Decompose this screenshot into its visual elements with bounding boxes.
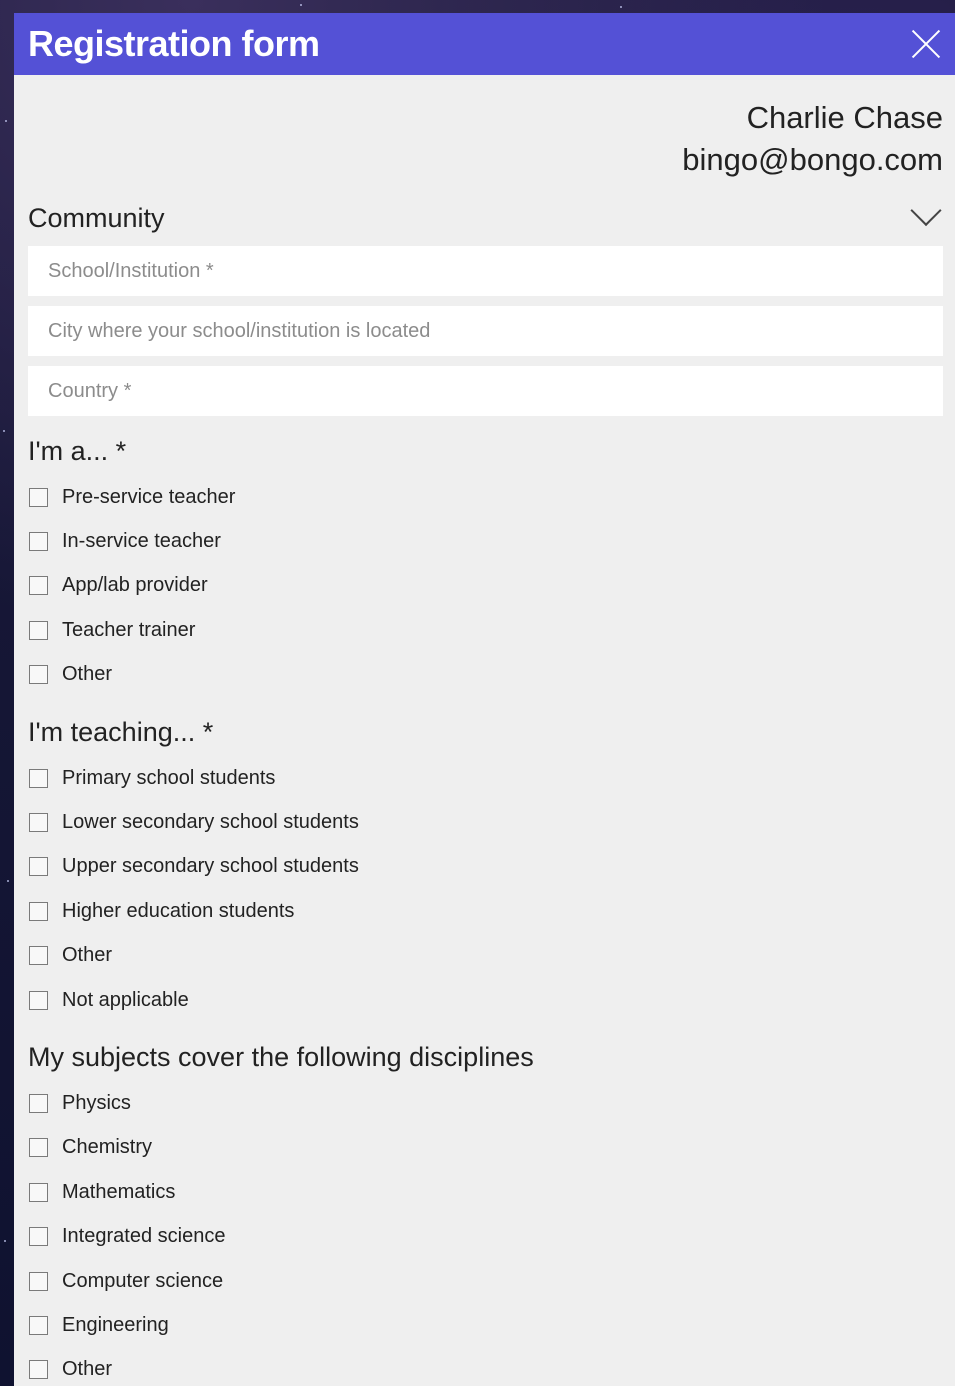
checkbox[interactable] [29, 1138, 48, 1158]
checkbox[interactable] [29, 620, 48, 640]
checkbox[interactable] [29, 1227, 48, 1247]
option-label: Teacher trainer [62, 618, 196, 641]
discipline-option[interactable]: Computer science [28, 1259, 943, 1303]
user-name: Charlie Chase [746, 100, 943, 135]
checkbox[interactable] [29, 665, 48, 685]
discipline-option[interactable]: Other [28, 1348, 943, 1386]
community-section-header[interactable]: Community [28, 194, 943, 234]
checkbox[interactable] [29, 857, 48, 877]
teaching-title: I'm teaching... * [28, 716, 214, 747]
star [5, 120, 7, 122]
teaching-option[interactable]: Upper secondary school students [28, 845, 943, 889]
teaching-option[interactable]: Other [28, 934, 943, 978]
star [4, 1240, 6, 1242]
country-input[interactable] [28, 366, 943, 416]
form-content: Community I'm a... * Pre-service teacher… [14, 194, 955, 1386]
user-email: bingo@bongo.com [682, 142, 943, 177]
teaching-options: Primary school students Lower secondary … [28, 756, 943, 1022]
checkbox[interactable] [29, 487, 48, 507]
option-label: Primary school students [62, 766, 276, 789]
city-input[interactable] [28, 306, 943, 356]
checkbox[interactable] [29, 990, 48, 1010]
option-label: Other [62, 1358, 113, 1381]
registration-modal: Registration form Charlie Chase bingo@bo… [14, 13, 955, 1386]
discipline-option[interactable]: Chemistry [28, 1126, 943, 1170]
school-institution-input[interactable] [28, 246, 943, 296]
checkbox[interactable] [29, 1360, 48, 1380]
role-option[interactable]: Pre-service teacher [28, 475, 943, 519]
disciplines-title: My subjects cover the following discipli… [28, 1042, 534, 1073]
role-option[interactable]: Teacher trainer [28, 608, 943, 652]
checkbox[interactable] [29, 1093, 48, 1113]
option-label: App/lab provider [62, 574, 208, 597]
discipline-option[interactable]: Physics [28, 1081, 943, 1125]
checkbox[interactable] [29, 532, 48, 552]
role-option[interactable]: In-service teacher [28, 519, 943, 563]
option-label: Not applicable [62, 988, 189, 1011]
checkbox[interactable] [29, 1315, 48, 1335]
option-label: Upper secondary school students [62, 855, 359, 878]
star [7, 880, 9, 882]
role-options: Pre-service teacher In-service teacher A… [28, 475, 943, 697]
user-info: Charlie Chase bingo@bongo.com [14, 75, 955, 181]
checkbox[interactable] [29, 576, 48, 596]
role-title: I'm a... * [28, 436, 127, 466]
option-label: In-service teacher [62, 530, 221, 553]
option-label: Engineering [62, 1313, 169, 1336]
teaching-option[interactable]: Not applicable [28, 978, 943, 1022]
checkbox[interactable] [29, 1182, 48, 1202]
discipline-option[interactable]: Engineering [28, 1303, 943, 1347]
star [300, 4, 302, 6]
option-label: Other [62, 663, 113, 686]
discipline-options: Physics Chemistry Mathematics Integrated… [28, 1081, 943, 1386]
teaching-option[interactable]: Lower secondary school students [28, 800, 943, 844]
option-label: Other [62, 944, 113, 967]
option-label: Computer science [62, 1269, 224, 1292]
modal-header: Registration form [14, 13, 955, 75]
checkbox[interactable] [29, 901, 48, 921]
option-label: Lower secondary school students [62, 811, 359, 834]
star [3, 430, 5, 432]
discipline-option[interactable]: Integrated science [28, 1214, 943, 1258]
chevron-down-icon[interactable] [910, 194, 942, 226]
checkbox[interactable] [29, 946, 48, 966]
modal-title: Registration form [28, 23, 320, 64]
role-option[interactable]: App/lab provider [28, 564, 943, 608]
role-option[interactable]: Other [28, 653, 943, 697]
checkbox[interactable] [29, 1271, 48, 1291]
community-title: Community [28, 203, 165, 233]
teaching-option[interactable]: Higher education students [28, 889, 943, 933]
discipline-option[interactable]: Mathematics [28, 1170, 943, 1214]
option-label: Mathematics [62, 1180, 176, 1203]
star [620, 6, 622, 8]
close-icon[interactable] [909, 27, 943, 61]
option-label: Physics [62, 1091, 131, 1114]
option-label: Integrated science [62, 1225, 226, 1248]
community-fields [28, 246, 943, 416]
option-label: Chemistry [62, 1136, 153, 1159]
option-label: Pre-service teacher [62, 485, 236, 508]
checkbox[interactable] [29, 813, 48, 833]
checkbox[interactable] [29, 768, 48, 788]
teaching-option[interactable]: Primary school students [28, 756, 943, 800]
option-label: Higher education students [62, 899, 295, 922]
